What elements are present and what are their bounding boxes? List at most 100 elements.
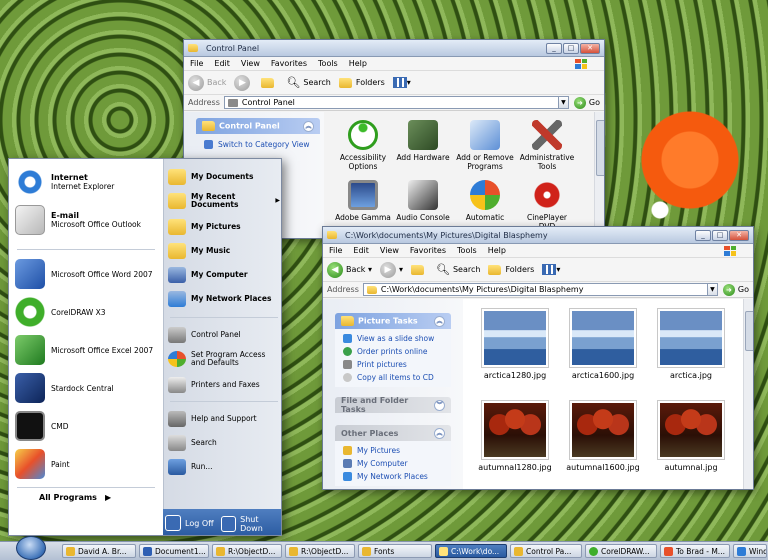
menu-help[interactable]: Help (349, 59, 367, 68)
file-folder-tasks-header[interactable]: File and Folder Tasks ︾ (335, 396, 451, 414)
start-button[interactable] (16, 536, 46, 560)
go-button[interactable]: ➜ Go (573, 96, 600, 109)
log-off-button[interactable]: Log Off (165, 515, 214, 531)
file-item[interactable]: arctica.jpg (651, 309, 731, 380)
menu-file[interactable]: File (190, 59, 203, 68)
start-item-excel[interactable]: Microsoft Office Excel 2007 (15, 335, 161, 365)
picture-tasks-header[interactable]: Picture Tasks ︽ (335, 313, 451, 329)
place-my-network[interactable]: My Network Places (335, 470, 451, 483)
collapse-icon[interactable]: ︽ (303, 120, 314, 132)
menu-tools[interactable]: Tools (457, 246, 477, 255)
other-places-header[interactable]: Other Places ︽ (335, 425, 451, 441)
taskbar-button[interactable]: Wind... (733, 544, 767, 558)
explorer-window[interactable]: C:\Work\documents\My Pictures\Digital Bl… (322, 226, 754, 490)
start-place-my-pictures[interactable]: My Pictures (168, 219, 280, 235)
cp-icon-audio-console[interactable]: Audio Console (394, 180, 452, 222)
file-item[interactable]: arctica1280.jpg (475, 309, 555, 380)
search-button[interactable]: 🔍︎ Search (286, 76, 330, 89)
taskbar-button[interactable]: To Brad - M... (660, 544, 730, 558)
start-place-help[interactable]: Help and Support (168, 411, 280, 427)
start-item-coreldraw[interactable]: CorelDRAW X3 (15, 297, 161, 327)
forward-button[interactable]: ▶ (234, 74, 253, 91)
start-place-program-access[interactable]: Set Program Access and Defaults (168, 351, 280, 367)
folders-button[interactable]: Folders (338, 77, 385, 88)
start-place-my-music[interactable]: My Music (168, 243, 280, 259)
address-field[interactable]: C:\Work\documents\My Pictures\Digital Bl… (362, 283, 708, 296)
file-item[interactable]: autumnal1600.jpg (563, 401, 643, 472)
close-button[interactable]: ✕ (580, 42, 600, 54)
search-button[interactable]: 🔍︎ Search (436, 263, 480, 276)
address-dropdown[interactable]: ▼ (707, 283, 718, 296)
taskbar-button[interactable]: R:\ObjectD... (285, 544, 355, 558)
minimize-button[interactable]: _ (695, 229, 711, 241)
start-item-internet[interactable]: Internet Internet Explorer (15, 167, 161, 197)
menu-edit[interactable]: Edit (214, 59, 230, 68)
control-panel-side-header[interactable]: Control Panel ︽ (196, 118, 320, 134)
task-order-prints[interactable]: Order prints online (335, 345, 451, 358)
views-button[interactable]: ▾ (392, 77, 411, 88)
views-button[interactable]: ▾ (542, 264, 560, 275)
up-folder-button[interactable] (261, 77, 278, 88)
taskbar-button[interactable]: R:\ObjectD... (212, 544, 282, 558)
collapse-icon[interactable]: ︽ (434, 427, 445, 439)
shut-down-button[interactable]: Shut Down (221, 515, 281, 533)
taskbar-button[interactable]: Control Pa... (510, 544, 582, 558)
file-item[interactable]: autumnal1280.jpg (475, 401, 555, 472)
task-print-pictures[interactable]: Print pictures (335, 358, 451, 371)
control-panel-titlebar[interactable]: Control Panel _ □ ✕ (184, 40, 604, 57)
cp-icon-administrative-tools[interactable]: Administrative Tools (518, 120, 576, 171)
menu-favorites[interactable]: Favorites (410, 246, 446, 255)
start-place-network[interactable]: My Network Places (168, 291, 280, 307)
explorer-titlebar[interactable]: C:\Work\documents\My Pictures\Digital Bl… (323, 227, 753, 244)
start-item-email[interactable]: E-mail Microsoft Office Outlook (15, 205, 161, 235)
start-item-stardock[interactable]: Stardock Central (15, 373, 161, 403)
taskbar-button-active[interactable]: C:\Work\do... (435, 544, 507, 558)
start-item-word[interactable]: Microsoft Office Word 2007 (15, 259, 161, 289)
task-slide-show[interactable]: View as a slide show (335, 332, 451, 345)
maximize-button[interactable]: □ (563, 42, 579, 54)
address-dropdown[interactable]: ▼ (558, 96, 569, 109)
menu-edit[interactable]: Edit (353, 246, 369, 255)
close-button[interactable]: ✕ (729, 229, 749, 241)
menu-view[interactable]: View (380, 246, 399, 255)
taskbar-button[interactable]: Document1... (139, 544, 209, 558)
start-place-recent-documents[interactable]: My Recent Documents ▶ (168, 193, 280, 209)
start-place-control-panel[interactable]: Control Panel (168, 327, 280, 343)
go-button[interactable]: ➜ Go (722, 283, 749, 296)
menu-view[interactable]: View (241, 59, 260, 68)
file-item[interactable]: arctica1600.jpg (563, 309, 643, 380)
maximize-button[interactable]: □ (712, 229, 728, 241)
cp-icon-accessibility[interactable]: Accessibility Options (334, 120, 392, 171)
cp-icon-cineplayer-dvd[interactable]: CinePlayer DVD (518, 180, 576, 231)
explorer-scrollbar[interactable] (743, 299, 753, 489)
menu-help[interactable]: Help (488, 246, 506, 255)
place-my-pictures[interactable]: My Pictures (335, 444, 451, 457)
scroll-thumb[interactable] (596, 120, 604, 176)
cp-icon-adobe-gamma[interactable]: Adobe Gamma (334, 180, 392, 222)
start-place-run[interactable]: Run... (168, 459, 280, 475)
folders-button[interactable]: Folders (488, 264, 534, 275)
control-panel-scrollbar[interactable] (594, 112, 604, 238)
address-field[interactable]: Control Panel (223, 96, 559, 109)
menu-file[interactable]: File (329, 246, 342, 255)
scroll-thumb[interactable] (745, 311, 753, 351)
taskbar-button[interactable]: CorelDRAW... (585, 544, 657, 558)
back-button[interactable]: ◀ Back ▾ (327, 261, 372, 278)
cp-icon-add-remove-programs[interactable]: Add or Remove Programs (456, 120, 514, 171)
start-place-search[interactable]: Search (168, 435, 280, 451)
all-programs-button[interactable]: All Programs ▶ (39, 493, 111, 502)
start-place-my-documents[interactable]: My Documents (168, 169, 280, 185)
task-copy-to-cd[interactable]: Copy all items to CD (335, 371, 451, 384)
back-button[interactable]: ◀ Back (188, 74, 226, 91)
forward-button[interactable]: ▶ ▾ (379, 261, 403, 278)
taskbar-button[interactable]: Fonts (358, 544, 432, 558)
place-my-computer[interactable]: My Computer (335, 457, 451, 470)
up-folder-button[interactable] (411, 264, 428, 275)
start-item-paint[interactable]: Paint (15, 449, 161, 479)
minimize-button[interactable]: _ (546, 42, 562, 54)
file-item[interactable]: autumnal.jpg (651, 401, 731, 472)
start-place-printers[interactable]: Printers and Faxes (168, 377, 280, 393)
expand-icon[interactable]: ︾ (434, 399, 445, 411)
menu-tools[interactable]: Tools (318, 59, 338, 68)
start-item-cmd[interactable]: CMD (15, 411, 161, 441)
